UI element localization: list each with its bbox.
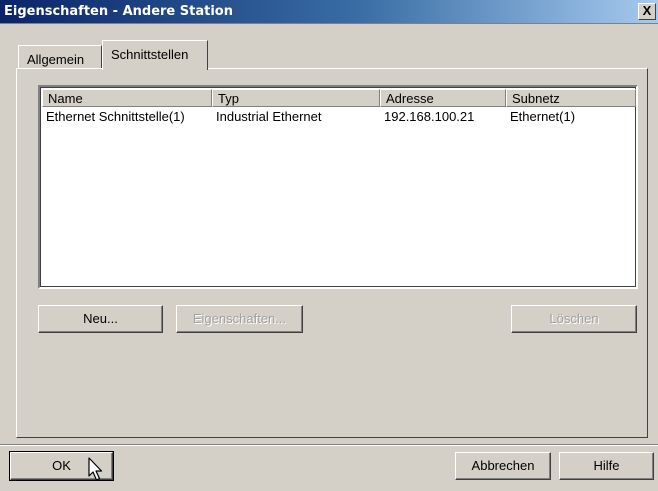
cancel-button[interactable]: Abbrechen xyxy=(455,452,551,480)
column-header-name[interactable]: Name xyxy=(42,89,212,107)
table-cell-address[interactable]: 192.168.100.21 xyxy=(384,109,474,124)
properties-button[interactable]: Eigenschaften... xyxy=(176,305,303,333)
delete-button[interactable]: Löschen xyxy=(511,305,637,333)
column-header-subnet[interactable]: Subnetz xyxy=(506,89,636,107)
tab-interfaces[interactable]: Schnittstellen xyxy=(102,40,208,70)
new-button[interactable]: Neu... xyxy=(38,305,163,333)
mouse-pointer-icon xyxy=(88,457,103,481)
interfaces-list[interactable]: Name Typ Adresse Subnetz Ethernet Schnit… xyxy=(38,85,638,289)
table-cell-type[interactable]: Industrial Ethernet xyxy=(216,109,322,124)
tab-general[interactable]: Allgemein xyxy=(18,45,102,69)
table-cell-name[interactable]: Ethernet Schnittstelle(1) xyxy=(46,109,185,124)
column-header-address[interactable]: Adresse xyxy=(380,89,506,107)
title-bar[interactable]: Eigenschaften - Andere Station X xyxy=(0,0,658,24)
help-button[interactable]: Hilfe xyxy=(559,452,654,480)
dialog-separator xyxy=(0,444,658,446)
column-header-type[interactable]: Typ xyxy=(212,89,380,107)
window-title: Eigenschaften - Andere Station xyxy=(4,4,233,19)
close-button[interactable]: X xyxy=(638,3,656,20)
table-cell-subnet[interactable]: Ethernet(1) xyxy=(510,109,575,124)
